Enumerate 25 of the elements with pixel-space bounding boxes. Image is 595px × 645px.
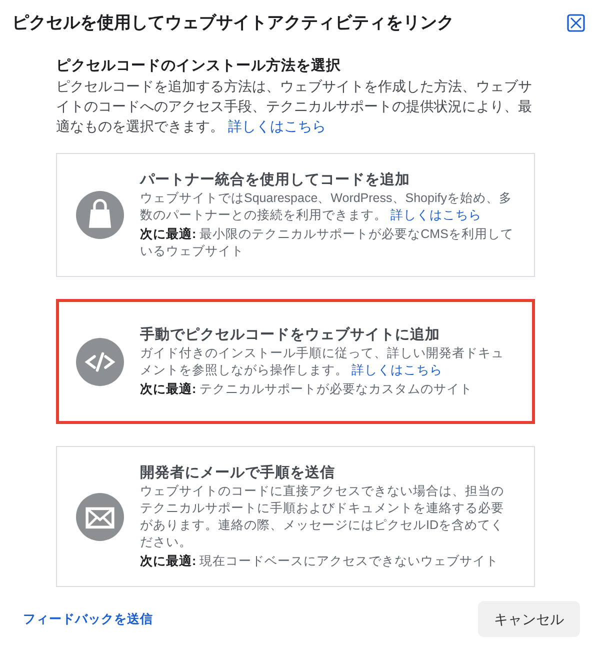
best-for-text: 次に最適: 現在コードベースにアクセスできないウェブサイト <box>140 553 500 570</box>
feedback-link[interactable]: フィードバックを送信 <box>23 610 153 628</box>
best-for-text: 次に最適: テクニカルサポートが必要なカスタムのサイト <box>140 381 474 398</box>
code-icon <box>76 338 124 386</box>
option-title: パートナー統合を使用してコードを追加 <box>140 170 411 190</box>
option-card[interactable]: パートナー統合を使用してコードを追加 ウェブサイトではSquarespace、WordPress、Shopifyを始め、多数のパートナーとの接続を利用できます。 詳しくはこちら 次に最適: 最小限のテクニカルサポートが必要なCMSを利用しているウェブサイト <box>56 153 535 277</box>
option-title: 開発者にメールで手順を送信 <box>140 464 336 483</box>
learn-more-link[interactable]: 詳しくはこちら <box>390 208 482 222</box>
best-for-text: 次に最適: 最小限のテクニカルサポートが必要なCMSを利用しているウェブサイト <box>140 226 514 260</box>
option-title: 手動でピクセルコードをウェブサイトに追加 <box>140 326 441 345</box>
learn-more-link[interactable]: 詳しくはこちら <box>351 363 442 377</box>
close-button[interactable] <box>567 14 585 32</box>
option-card[interactable]: 手動でピクセルコードをウェブサイトに追加 ガイド付きのインストール手順に従って、詳しい開発者ドキュメントを参照しながら操作します。 詳しくはこちら 次に最適: テクニカルサポートが必要なカスタムのサイト <box>56 299 535 424</box>
option-description: ガイド付きのインストール手順に従って、詳しい開発者ドキュメントを参照しながら操作します。 詳しくはこちら <box>140 345 505 379</box>
dialog-title: ピクセルを使用してウェブサイトアクティビティをリンク <box>12 12 454 34</box>
close-icon <box>567 14 585 32</box>
option-description: ウェブサイトではSquarespace、WordPress、Shopifyを始め、多数のパートナーとの接続を利用できます。 詳しくはこちら <box>140 190 513 224</box>
cancel-button[interactable]: キャンセル <box>478 601 580 637</box>
intro-text: ピクセルコードを追加する方法は、ウェブサイトを作成した方法、ウェブサイトのコードへのアクセス手段、テクニカルサポートの提供状況により、最適なものを選択できます。 詳しくはこちら <box>56 77 533 136</box>
shopping-bag-icon <box>76 191 124 239</box>
option-card[interactable]: 開発者にメールで手順を送信 ウェブサイトのコードに直接アクセスできない場合は、担当のテクニカルサポートに手順およびドキュメントを連絡する必要があります。連絡の際、メッセージにはピクセルIDを含めてください。 次に最適: 現在コードベースにアクセスできないウェブサイト <box>56 446 535 587</box>
section-heading: ピクセルコードのインストール方法を選択 <box>56 56 342 76</box>
learn-more-link[interactable]: 詳しくはこちら <box>228 118 326 134</box>
envelope-icon <box>76 492 124 540</box>
option-description: ウェブサイトのコードに直接アクセスできない場合は、担当のテクニカルサポートに手順およびドキュメントを連絡する必要があります。連絡の際、メッセージにはピクセルIDを含めてください。 <box>140 483 505 551</box>
